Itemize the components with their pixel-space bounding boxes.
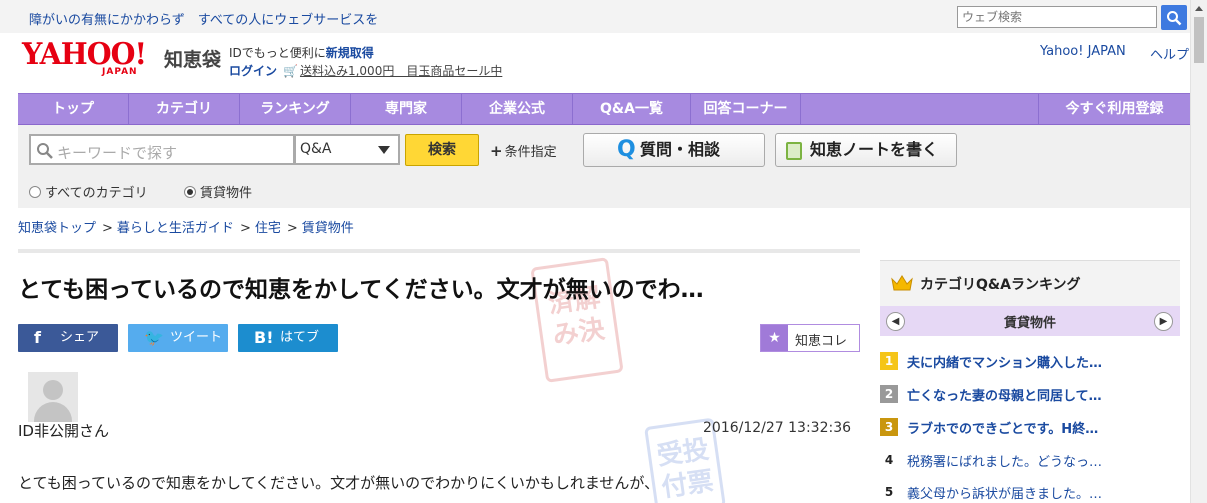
- help-link[interactable]: ヘルプ: [1150, 44, 1189, 63]
- ranking-item[interactable]: 5 義父母から訴状が届きました。…: [880, 482, 1180, 503]
- avatar: [28, 372, 78, 422]
- ranking-link[interactable]: 亡くなった妻の母親と同居して…: [907, 385, 1102, 404]
- search-panel: キーワードで探す Q&A 検索 + 条件指定 Q 質問・相談 知恵ノートを書く す…: [18, 125, 1190, 208]
- radio-current-category[interactable]: 賃貸物件: [184, 182, 252, 201]
- breadcrumb-item[interactable]: 知恵袋トップ: [18, 221, 96, 236]
- rank-number: 4: [884, 453, 894, 467]
- nav-experts[interactable]: 専門家: [351, 94, 462, 124]
- chie-colle-label: 知恵コレ: [795, 334, 848, 349]
- logo-service-name: 知恵袋: [164, 49, 222, 71]
- rank-number: 3: [880, 418, 898, 436]
- search-icon: [37, 143, 53, 159]
- nav-ranking[interactable]: ランキング: [240, 94, 351, 124]
- ranking-category: 賃貸物件: [1003, 316, 1056, 331]
- promo-text: IDでもっと便利に: [229, 46, 326, 60]
- nav-category[interactable]: カテゴリ: [129, 94, 240, 124]
- nav-top[interactable]: トップ: [18, 94, 129, 124]
- search-conditions-link[interactable]: + 条件指定: [490, 141, 557, 160]
- radio-icon: [29, 186, 41, 198]
- rank-number: 2: [880, 385, 898, 403]
- rank-number: 1: [880, 352, 898, 370]
- write-note-label: 知恵ノートを書く: [810, 140, 939, 159]
- search-icon: [1167, 11, 1182, 26]
- register-link[interactable]: 新規取得: [326, 46, 374, 60]
- search-type-select[interactable]: Q&A: [295, 134, 400, 165]
- breadcrumb-item[interactable]: 暮らしと生活ガイド: [117, 221, 234, 236]
- chie-colle-button[interactable]: ★ 知恵コレ: [760, 324, 860, 352]
- plus-icon: +: [490, 142, 503, 160]
- crown-icon: [891, 275, 913, 291]
- logo-japan: JAPAN: [102, 67, 138, 77]
- vertical-scrollbar[interactable]: [1190, 0, 1207, 503]
- divider: [18, 249, 860, 253]
- breadcrumb-item[interactable]: 賃貸物件: [302, 221, 354, 236]
- ranking-category-bar: ◀ 賃貸物件 ▶: [880, 306, 1180, 336]
- ranking-link[interactable]: 義父母から訴状が届きました。…: [907, 483, 1102, 502]
- yahoo-chiebukuro-logo[interactable]: YAHOO! JAPAN 知恵袋: [22, 40, 222, 82]
- rank-number: 5: [884, 485, 894, 499]
- breadcrumb-item[interactable]: 住宅: [255, 221, 281, 236]
- nav-official[interactable]: 企業公式: [462, 94, 573, 124]
- accessibility-link[interactable]: 障がいの有無にかかわらず すべての人にウェブサービスを: [29, 9, 378, 28]
- scrollbar-thumb[interactable]: [1194, 17, 1204, 63]
- radio-all-categories[interactable]: すべてのカテゴリ: [29, 182, 148, 201]
- search-type-value: Q&A: [300, 141, 332, 157]
- ranking-header: カテゴリQ&Aランキング: [880, 260, 1180, 306]
- login-link[interactable]: ログイン: [229, 64, 277, 78]
- note-icon: [786, 142, 802, 160]
- twitter-share-button[interactable]: 🐦 ツイート: [128, 324, 228, 352]
- ranking-item[interactable]: 4 税務署にばれました。どうなっ…: [880, 450, 1180, 472]
- top-bar: 障がいの有無にかかわらず すべての人にウェブサービスを: [0, 0, 1190, 33]
- search-button[interactable]: 検索: [405, 134, 479, 166]
- ranking-link[interactable]: 税務署にばれました。どうなっ…: [907, 451, 1102, 470]
- write-note-button[interactable]: 知恵ノートを書く: [775, 133, 957, 167]
- star-icon: ★: [761, 325, 788, 351]
- web-search-button[interactable]: [1161, 5, 1187, 30]
- question-q-icon: Q: [617, 137, 636, 162]
- user-name: ID非公開さん: [18, 422, 109, 440]
- nav-register[interactable]: 今すぐ利用登録: [1038, 94, 1190, 124]
- breadcrumb: 知恵袋トップ > 暮らしと生活ガイド > 住宅 > 賃貸物件: [18, 221, 354, 236]
- ranking-link[interactable]: 夫に内緒でマンション購入した…: [907, 352, 1102, 371]
- header-promo: IDでもっと便利に新規取得 ログイン 🛒 送料込み1,000円 目玉商品セール中: [229, 44, 502, 80]
- facebook-share-button[interactable]: f シェア: [18, 324, 118, 352]
- web-search-input[interactable]: [957, 6, 1157, 28]
- cart-icon: 🛒: [283, 64, 298, 78]
- hatena-icon: B!: [254, 328, 274, 347]
- question-body: とても困っているので知恵をかしてください。文才が無いのでわかりにくいかもしれませ…: [18, 474, 660, 492]
- sale-link[interactable]: 送料込み1,000円 目玉商品セール中: [300, 64, 502, 78]
- scroll-up-icon[interactable]: [1195, 6, 1203, 11]
- nav-qa-list[interactable]: Q&A一覧: [573, 94, 691, 124]
- radio-selected-icon: [184, 186, 196, 198]
- ask-question-label: 質問・相談: [640, 140, 721, 159]
- ranking-heading: カテゴリQ&Aランキング: [920, 277, 1081, 293]
- facebook-icon: f: [34, 328, 41, 347]
- nav-answer-corner[interactable]: 回答コーナー: [691, 94, 801, 124]
- yahoo-japan-link[interactable]: Yahoo! JAPAN: [1040, 44, 1126, 59]
- ranking-item[interactable]: 3 ラブホでのできごとです。H終…: [880, 417, 1180, 439]
- post-date: 2016/12/27 13:32:36: [703, 420, 852, 436]
- main-nav: トップ カテゴリ ランキング 専門家 企業公式 Q&A一覧 回答コーナー 今すぐ…: [18, 93, 1190, 125]
- hatena-bookmark-button[interactable]: B! はてブ: [238, 324, 338, 352]
- keyword-search-input[interactable]: キーワードで探す: [29, 134, 295, 165]
- keyword-placeholder: キーワードで探す: [57, 144, 178, 162]
- ask-question-button[interactable]: Q 質問・相談: [583, 133, 765, 167]
- ranking-item[interactable]: 1 夫に内緒でマンション購入した…: [880, 351, 1180, 373]
- next-arrow-icon[interactable]: ▶: [1154, 312, 1173, 331]
- question-title: とても困っているので知恵をかしてください。文才が無いのでわ…: [18, 277, 704, 303]
- twitter-icon: 🐦: [144, 328, 164, 347]
- ranking-link[interactable]: ラブホでのできごとです。H終…: [907, 418, 1098, 437]
- ranking-item[interactable]: 2 亡くなった妻の母親と同居して…: [880, 384, 1180, 406]
- chevron-down-icon: [378, 146, 390, 154]
- logo-yahoo: YAHOO!: [22, 37, 147, 72]
